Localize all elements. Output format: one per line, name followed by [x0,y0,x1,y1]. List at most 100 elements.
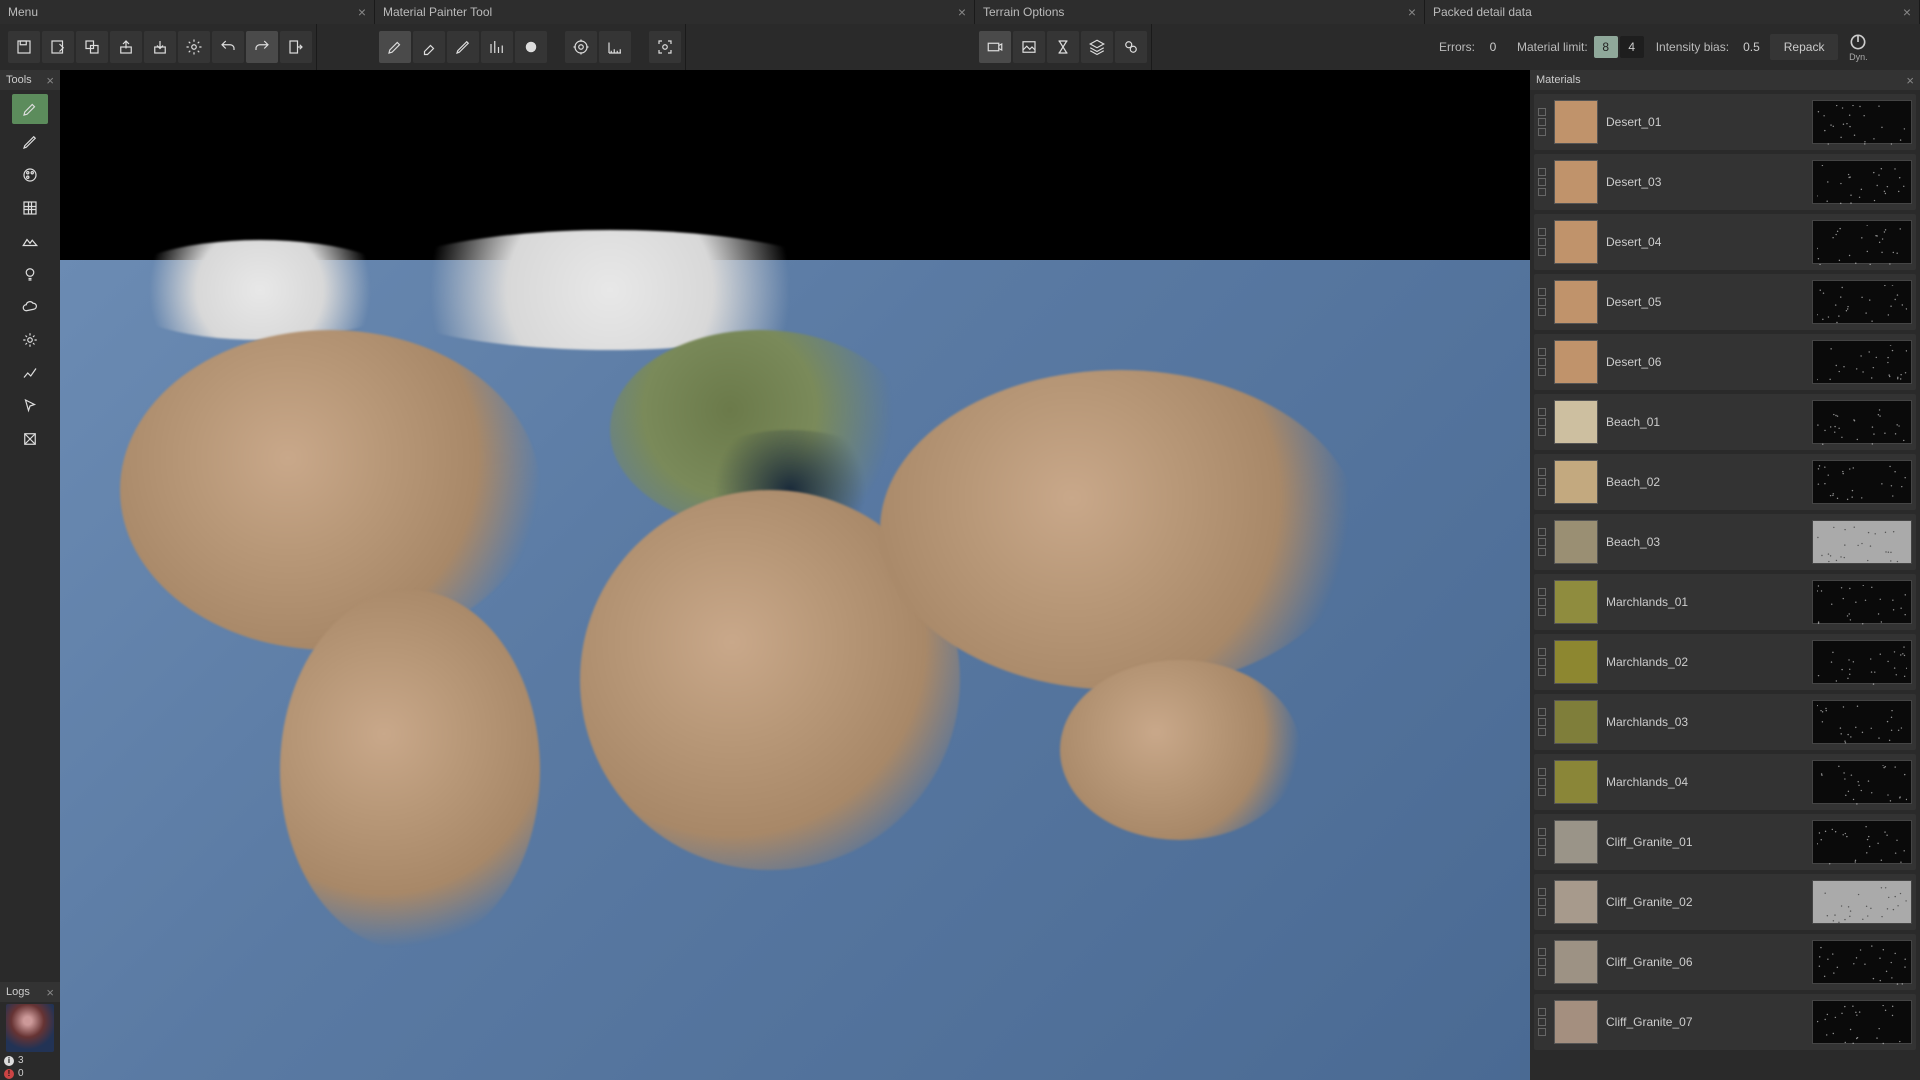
focus-button[interactable] [649,31,681,63]
side-tool-gear[interactable] [12,325,48,355]
log-error-line[interactable]: ! 0 [0,1067,60,1080]
material-swatch [1554,700,1598,744]
logs-panel-close-icon[interactable]: × [46,985,54,1000]
material-handles[interactable] [1538,348,1546,376]
material-row[interactable]: Marchlands_04 [1534,754,1916,810]
histogram-button[interactable] [481,31,513,63]
undo-button[interactable] [212,31,244,63]
tab-menu-close-icon[interactable]: × [358,5,366,19]
side-tool-graph[interactable] [12,358,48,388]
material-row[interactable]: Cliff_Granite_01 [1534,814,1916,870]
materials-list[interactable]: Desert_01Desert_03 Desert_04 Desert_05 Dese… [1530,90,1920,1080]
material-swatch [1554,400,1598,444]
material-handles[interactable] [1538,708,1546,736]
material-row[interactable]: Desert_03 [1534,154,1916,210]
material-handles[interactable] [1538,528,1546,556]
tab-packed-detail-close-icon[interactable]: × [1903,5,1911,19]
side-tool-pen[interactable] [12,127,48,157]
world-map-canvas[interactable] [60,260,1530,1080]
copy-button[interactable] [76,31,108,63]
settings-button[interactable] [178,31,210,63]
dynamic-toggle[interactable]: Dyn. [1840,29,1876,65]
materials-panel-close-icon[interactable]: × [1906,73,1914,88]
material-handles[interactable] [1538,468,1546,496]
material-row[interactable]: Desert_01 [1534,94,1916,150]
material-handles[interactable] [1538,108,1546,136]
edit-button[interactable] [42,31,74,63]
material-handles[interactable] [1538,408,1546,436]
material-row[interactable]: Desert_04 [1534,214,1916,270]
side-tool-cloud[interactable] [12,292,48,322]
material-row[interactable]: Marchlands_03 [1534,694,1916,750]
target-button[interactable] [565,31,597,63]
pen-button[interactable] [447,31,479,63]
material-name: Desert_05 [1606,295,1804,309]
paint-brush-button[interactable] [379,31,411,63]
terrain-viewport[interactable] [60,70,1530,1080]
measure-button[interactable] [599,31,631,63]
material-row[interactable]: Beach_03 [1534,514,1916,570]
sphere-button[interactable] [515,31,547,63]
tab-menu[interactable]: Menu × [0,0,375,24]
effects-button[interactable] [1115,31,1147,63]
erase-button[interactable] [413,31,445,63]
log-info-line[interactable]: i 3 [0,1054,60,1067]
side-tool-palette[interactable] [12,160,48,190]
save-button[interactable] [8,31,40,63]
side-tool-terrain[interactable] [12,226,48,256]
material-handles[interactable] [1538,1008,1546,1036]
material-name: Marchlands_02 [1606,655,1804,669]
hourglass-button[interactable] [1047,31,1079,63]
side-tool-brush[interactable] [12,94,48,124]
tools-panel-close-icon[interactable]: × [46,73,54,88]
material-swatch [1554,100,1598,144]
material-handles[interactable] [1538,888,1546,916]
material-name: Desert_04 [1606,235,1804,249]
logs-panel-header: Logs × [0,982,60,1002]
side-tool-bulb[interactable] [12,259,48,289]
side-tool-picker[interactable] [12,424,48,454]
material-limit-low[interactable]: 8 [1594,36,1618,58]
material-handles[interactable] [1538,288,1546,316]
material-name: Cliff_Granite_01 [1606,835,1804,849]
material-row[interactable]: Beach_01 [1534,394,1916,450]
material-limit-high[interactable]: 4 [1620,36,1644,58]
material-row[interactable]: Cliff_Granite_06 [1534,934,1916,990]
material-handles[interactable] [1538,768,1546,796]
repack-button[interactable]: Repack [1770,34,1839,60]
tab-material-painter[interactable]: Material Painter Tool × [375,0,975,24]
material-row[interactable]: Cliff_Granite_07 [1534,994,1916,1050]
export-button[interactable] [110,31,142,63]
material-handles[interactable] [1538,648,1546,676]
layers-button[interactable] [1081,31,1113,63]
tab-packed-detail[interactable]: Packed detail data × [1425,0,1920,24]
material-handles[interactable] [1538,228,1546,256]
material-row[interactable]: Beach_02 [1534,454,1916,510]
tab-material-painter-close-icon[interactable]: × [958,5,966,19]
exit-button[interactable] [280,31,312,63]
side-tool-pointer[interactable] [12,391,48,421]
intensity-bias-value[interactable]: 0.5 [1735,36,1768,58]
redo-button[interactable] [246,31,278,63]
material-mask [1812,520,1912,564]
material-handles[interactable] [1538,948,1546,976]
side-tool-grid[interactable] [12,193,48,223]
material-handles[interactable] [1538,828,1546,856]
camera-button[interactable] [979,31,1011,63]
material-mask [1812,280,1912,324]
material-row[interactable]: Desert_06 [1534,334,1916,390]
material-swatch [1554,520,1598,564]
material-row[interactable]: Desert_05 [1534,274,1916,330]
image-button[interactable] [1013,31,1045,63]
material-handles[interactable] [1538,168,1546,196]
tab-terrain-options[interactable]: Terrain Options × [975,0,1425,24]
materials-panel: Materials × Desert_01Desert_03Desert_04D… [1530,70,1920,1080]
tab-packed-detail-label: Packed detail data [1433,5,1895,19]
material-row[interactable]: Cliff_Granite_02 [1534,874,1916,930]
material-row[interactable]: Marchlands_01 [1534,574,1916,630]
material-handles[interactable] [1538,588,1546,616]
material-row[interactable]: Marchlands_02 [1534,634,1916,690]
materials-panel-header: Materials × [1530,70,1920,90]
tab-terrain-options-close-icon[interactable]: × [1408,5,1416,19]
import-button[interactable] [144,31,176,63]
